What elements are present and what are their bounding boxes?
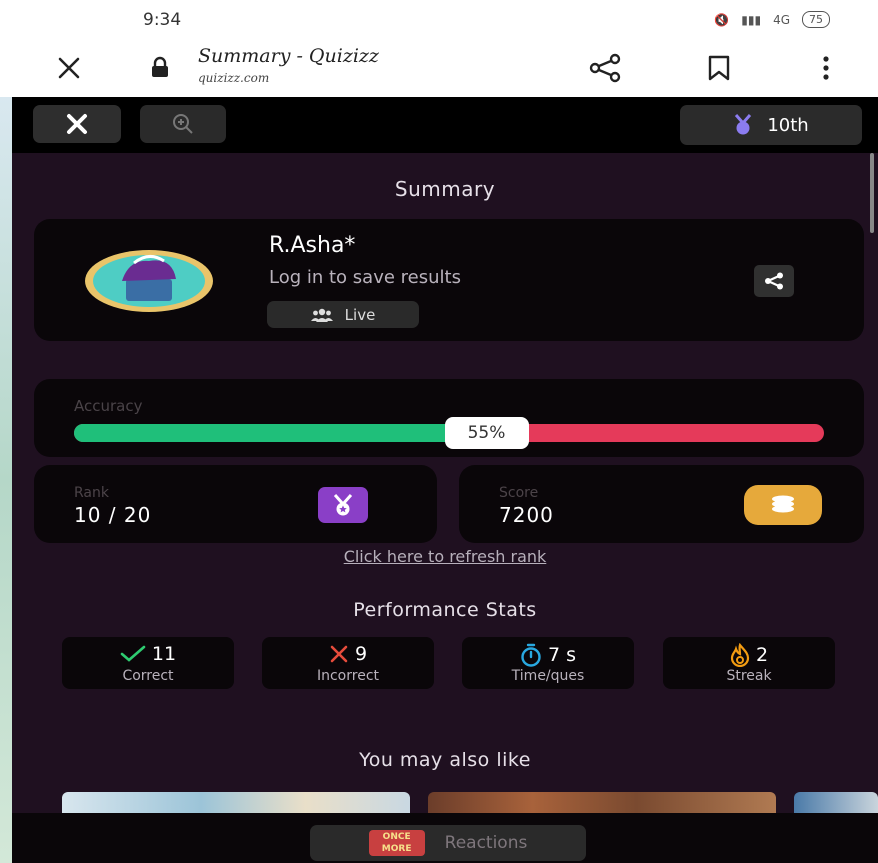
cross-icon <box>330 645 348 663</box>
close-button[interactable] <box>33 105 121 143</box>
once-more-logo: ONCE MORE <box>368 830 425 856</box>
correct-label: Correct <box>122 668 174 684</box>
summary-heading: Summary <box>394 177 496 201</box>
more-vert-icon[interactable] <box>818 54 834 82</box>
accuracy-card: Accuracy 55% <box>34 379 864 457</box>
zoom-button[interactable] <box>140 105 226 143</box>
close-icon <box>67 114 87 134</box>
accuracy-label: Accuracy <box>74 397 143 415</box>
streak-count: 2 <box>755 644 769 666</box>
page-url[interactable]: quizizz.com <box>198 71 269 85</box>
player-name: R.Asha* <box>269 233 356 258</box>
background-edge <box>0 97 12 863</box>
rank-medal-button <box>318 487 368 523</box>
share-results-button[interactable] <box>754 265 794 297</box>
login-prompt[interactable]: Log in to save results <box>269 267 461 288</box>
score-label: Score <box>499 485 539 501</box>
network-label: 4G <box>773 12 790 27</box>
share-icon[interactable] <box>588 53 622 83</box>
mute-icon: 🔇 <box>714 12 730 27</box>
score-value: 7200 <box>499 503 554 527</box>
flame-icon <box>730 643 750 667</box>
reactions-label: Reactions <box>444 833 528 853</box>
users-icon <box>310 308 333 322</box>
rank-card: Rank 10 / 20 <box>34 465 437 543</box>
share-icon <box>765 272 783 290</box>
battery-icon: 75 <box>802 11 830 28</box>
performance-heading: Performance Stats <box>353 599 537 621</box>
score-coins-button <box>744 485 822 525</box>
incorrect-label: Incorrect <box>316 668 380 684</box>
close-icon[interactable] <box>55 54 83 82</box>
medal-icon <box>735 114 752 135</box>
medal-icon <box>333 494 353 516</box>
quiz-summary-app: 10th Summary R.Asha* Log in to save resu… <box>12 97 878 863</box>
stopwatch-icon <box>521 643 541 667</box>
correct-count: 11 <box>151 643 177 665</box>
mode-label: Live <box>344 305 376 324</box>
streak-label: Streak <box>726 668 772 684</box>
status-time: 9:34 <box>143 10 182 30</box>
time-label: Time/ques <box>511 668 585 684</box>
reactions-button[interactable]: ONCE MORE Reactions <box>310 825 586 861</box>
page-title: Summary - Quizizz <box>198 45 379 67</box>
check-icon <box>120 645 146 662</box>
stat-streak: 2 Streak <box>663 637 835 689</box>
accuracy-fill <box>74 424 487 442</box>
incorrect-count: 9 <box>354 643 368 665</box>
accuracy-percent: 55% <box>444 417 529 449</box>
avatar <box>85 250 213 312</box>
stat-correct: 11 Correct <box>62 637 234 689</box>
rank-value: 10 / 20 <box>74 503 152 527</box>
rank-label: Rank <box>74 485 109 501</box>
rank-badge[interactable]: 10th <box>680 105 862 145</box>
stat-time: 7 s Time/ques <box>462 637 634 689</box>
player-card: R.Asha* Log in to save results Live <box>34 219 864 341</box>
lock-icon <box>152 56 168 77</box>
rank-badge-text: 10th <box>767 114 809 136</box>
recommendations-heading: You may also like <box>359 749 531 771</box>
stat-incorrect: 9 Incorrect <box>262 637 434 689</box>
status-bar: 9:34 🔇 ▮▮▮ 4G 75 <box>0 0 878 40</box>
browser-toolbar: Summary - Quizizz quizizz.com <box>0 40 878 97</box>
mode-badge: Live <box>267 301 419 328</box>
score-card: Score 7200 <box>459 465 864 543</box>
bookmark-icon[interactable] <box>705 54 733 82</box>
time-per-question: 7 s <box>547 644 577 666</box>
coins-icon <box>772 495 794 513</box>
signal-icon: ▮▮▮ <box>741 12 762 27</box>
reactions-bar: ONCE MORE Reactions <box>12 813 878 863</box>
zoom-in-icon <box>173 114 193 134</box>
app-topbar: 10th <box>12 97 878 233</box>
status-icons: 🔇 ▮▮▮ 4G 75 <box>714 11 830 28</box>
refresh-rank-link[interactable]: Click here to refresh rank <box>12 547 878 566</box>
